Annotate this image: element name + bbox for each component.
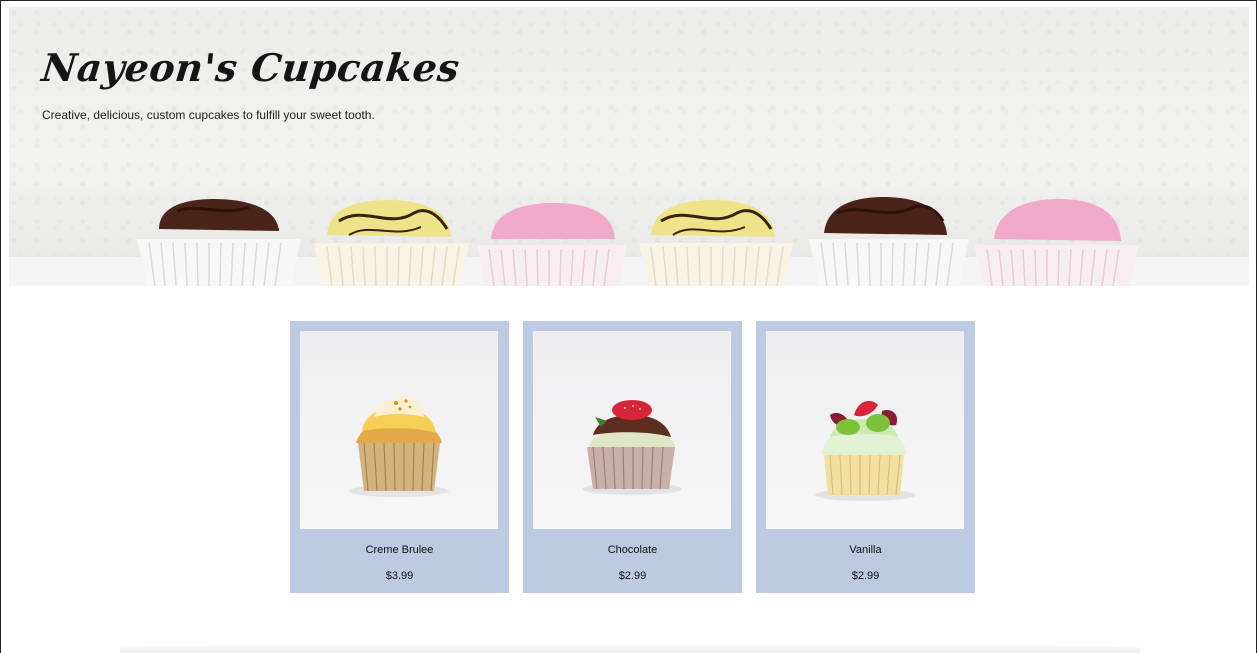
product-image[interactable] [533, 331, 731, 529]
product-card-creme-brulee[interactable]: Creme Brulee $3.99 [290, 321, 509, 593]
product-name: Vanilla [849, 544, 882, 556]
product-name: Creme Brulee [365, 544, 434, 556]
footer-edge [120, 643, 1140, 653]
product-image[interactable] [300, 331, 498, 529]
product-image[interactable] [766, 331, 964, 529]
product-price: $3.99 [385, 570, 414, 582]
product-name: Chocolate [607, 544, 658, 556]
site-title: Nayeon's Cupcakes [39, 45, 462, 90]
site-tagline: Creative, delicious, custom cupcakes to … [42, 108, 375, 122]
product-card-chocolate[interactable]: Chocolate $2.99 [523, 321, 742, 593]
product-price: $2.99 [851, 570, 880, 582]
hero-banner: Nayeon's Cupcakes Creative, delicious, c… [9, 7, 1249, 286]
product-price: $2.99 [618, 570, 647, 582]
product-card-vanilla[interactable]: Vanilla $2.99 [756, 321, 975, 593]
